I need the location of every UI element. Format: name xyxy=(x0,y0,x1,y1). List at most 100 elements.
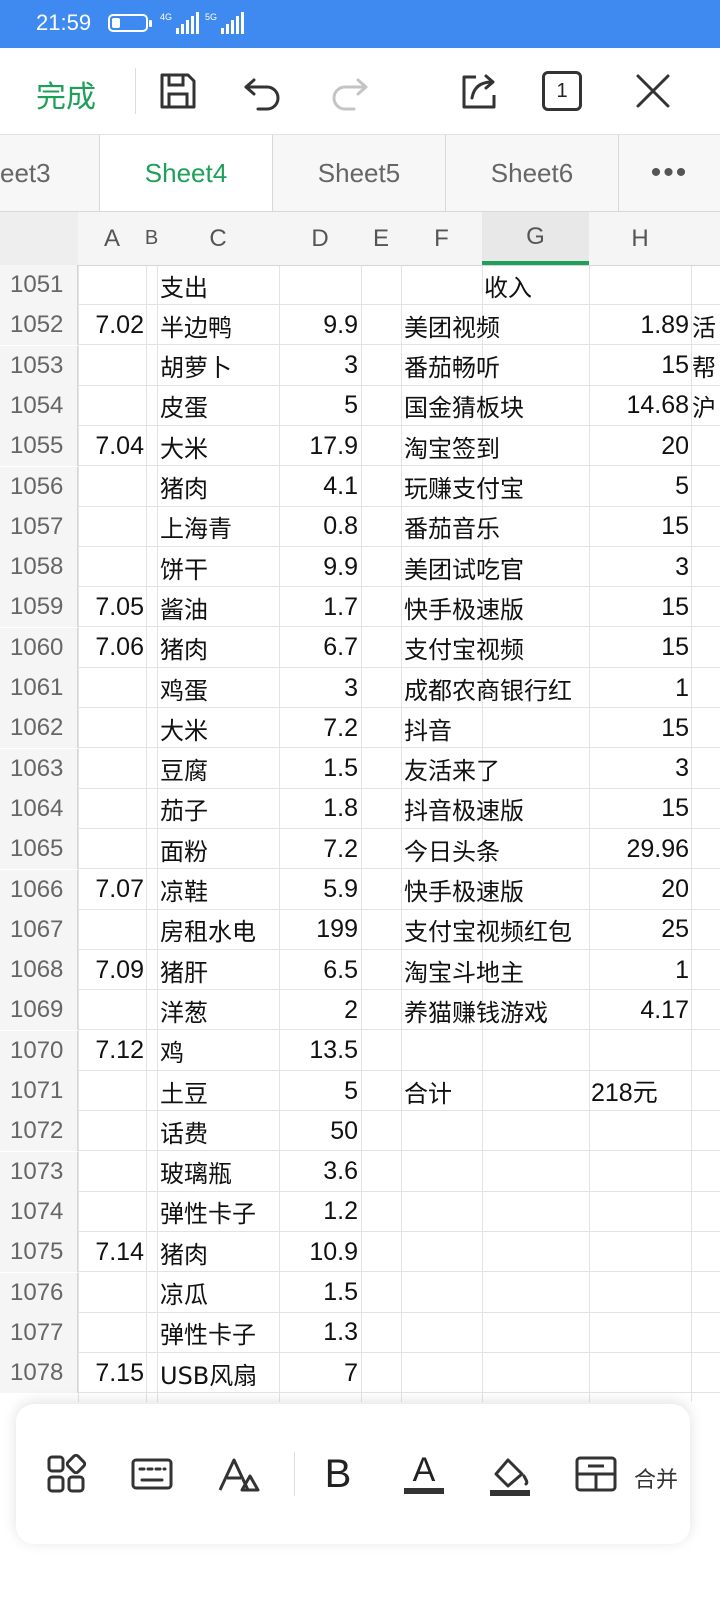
cell-expense-item[interactable]: 房租水电 xyxy=(160,910,278,950)
column-header-a[interactable]: A xyxy=(78,212,146,265)
table-row[interactable]: 1069 洋葱 2 养猫赚钱游戏 4.17 xyxy=(0,990,720,1031)
table-row[interactable]: 1062 大米 7.2 抖音 15 xyxy=(0,708,720,749)
cell-income-source[interactable]: 养猫赚钱游戏 xyxy=(404,990,592,1030)
cell-income-amount[interactable]: 3 xyxy=(591,547,691,587)
cell-date[interactable] xyxy=(82,1111,148,1151)
row-header[interactable]: 1061 xyxy=(0,668,78,708)
table-row[interactable]: 1078 7.15 USB风扇 7 xyxy=(0,1353,720,1394)
cell-income-amount[interactable]: 15 xyxy=(591,346,691,386)
share-icon[interactable] xyxy=(456,68,502,114)
cell-income-source[interactable]: 抖音 xyxy=(404,708,592,748)
cell-expense-amount[interactable] xyxy=(281,265,361,305)
cell-expense-item[interactable]: 大米 xyxy=(160,708,278,748)
row-header[interactable]: 1073 xyxy=(0,1151,78,1192)
cell-date[interactable] xyxy=(82,749,148,789)
cell-expense-amount[interactable]: 1.7 xyxy=(281,587,361,627)
cell-expense-item[interactable]: 豆腐 xyxy=(160,749,278,789)
cell-expense-amount[interactable]: 13.5 xyxy=(281,1031,361,1071)
cell-income-source[interactable] xyxy=(404,1232,592,1272)
cell-income-amount[interactable]: 15 xyxy=(591,789,691,829)
cell-expense-amount[interactable]: 50 xyxy=(281,1111,361,1151)
table-row[interactable]: 1063 豆腐 1.5 友活来了 3 xyxy=(0,748,720,789)
cell-expense-item[interactable]: 洋葱 xyxy=(160,990,278,1030)
cell-date[interactable]: 7.06 xyxy=(82,628,148,668)
table-row[interactable]: 1061 鸡蛋 3 成都农商银行红 1 xyxy=(0,668,720,708)
cell-date[interactable] xyxy=(82,547,148,587)
cell-expense-item[interactable]: 鸡 xyxy=(160,1031,278,1071)
cell-expense-item[interactable]: 猪肉 xyxy=(160,628,278,668)
more-tabs-icon[interactable]: ••• xyxy=(619,135,720,211)
cell-income-amount[interactable]: 15 xyxy=(591,587,691,627)
cell-expense-amount[interactable]: 1.5 xyxy=(281,1273,361,1313)
column-header-b[interactable]: B xyxy=(145,212,158,265)
cell-income-source[interactable]: 淘宝斗地主 xyxy=(404,950,592,990)
cell-expense-amount[interactable]: 199 xyxy=(281,910,361,950)
apps-grid-icon[interactable] xyxy=(44,1452,88,1496)
font-color-icon[interactable]: A xyxy=(402,1452,446,1496)
cell-date[interactable] xyxy=(82,668,148,708)
table-row[interactable]: 1059 7.05 酱油 1.7 快手极速版 15 xyxy=(0,587,720,628)
close-icon[interactable] xyxy=(630,68,676,114)
table-row[interactable]: 1074 弹性卡子 1.2 xyxy=(0,1191,720,1232)
table-row[interactable]: 1075 7.14 猪肉 10.9 xyxy=(0,1232,720,1273)
row-header[interactable]: 1075 xyxy=(0,1232,78,1273)
cell-income-source[interactable]: 支付宝视频 xyxy=(404,628,592,668)
cell-expense-amount[interactable]: 9.9 xyxy=(281,547,361,587)
cell-income-source[interactable] xyxy=(404,1353,592,1393)
cell-expense-item[interactable]: 胡萝卜 xyxy=(160,346,278,386)
cell-date[interactable] xyxy=(82,910,148,950)
tab-sheet5[interactable]: Sheet5 xyxy=(273,135,446,211)
cell-income-source[interactable]: 玩赚支付宝 xyxy=(404,467,592,507)
cell-income-amount[interactable] xyxy=(591,1111,691,1151)
row-header[interactable]: 1054 xyxy=(0,385,78,426)
table-row[interactable]: 1076 凉瓜 1.5 xyxy=(0,1272,720,1313)
cell-income-source[interactable]: 友活来了 xyxy=(404,749,592,789)
cell-expense-item[interactable]: 酱油 xyxy=(160,587,278,627)
cell-date[interactable] xyxy=(82,829,148,869)
cell-income-source[interactable]: 番茄音乐 xyxy=(404,507,592,547)
row-header[interactable]: 1057 xyxy=(0,506,78,547)
cell-income-amount[interactable]: 29.96 xyxy=(591,829,691,869)
row-header[interactable]: 1060 xyxy=(0,627,78,668)
cell-date[interactable] xyxy=(82,265,148,305)
table-row[interactable]: 1067 房租水电 199 支付宝视频红包 25 xyxy=(0,909,720,950)
cell-income-amount[interactable] xyxy=(591,1232,691,1272)
cell-expense-amount[interactable]: 1.2 xyxy=(281,1192,361,1232)
cell-expense-amount[interactable]: 5 xyxy=(281,1071,361,1111)
cell-income-source[interactable] xyxy=(404,1192,592,1232)
column-header-d[interactable]: D xyxy=(279,212,361,265)
cell-expense-item[interactable]: 鸡蛋 xyxy=(160,668,278,708)
window-count-icon[interactable]: 1 xyxy=(542,71,582,111)
cell-income-amount[interactable]: 20 xyxy=(591,870,691,910)
cell-income-amount[interactable] xyxy=(591,1192,691,1232)
cell-date[interactable] xyxy=(82,1273,148,1313)
row-header[interactable]: 1074 xyxy=(0,1191,78,1232)
cell-income-header[interactable]: 收入 xyxy=(484,265,588,305)
cell-expense-amount[interactable]: 3.6 xyxy=(281,1152,361,1192)
fill-color-icon[interactable] xyxy=(488,1452,532,1496)
cell-date[interactable] xyxy=(82,1192,148,1232)
cell-expense-amount[interactable]: 5.9 xyxy=(281,870,361,910)
row-header[interactable]: 1056 xyxy=(0,466,78,507)
keyboard-icon[interactable] xyxy=(130,1452,174,1496)
row-header[interactable]: 1068 xyxy=(0,950,78,991)
cell-expense-item[interactable]: 皮蛋 xyxy=(160,386,278,426)
cell-income-source[interactable] xyxy=(404,1111,592,1151)
cell-income-amount[interactable]: 14.68 xyxy=(591,386,691,426)
cell-income-source[interactable]: 淘宝签到 xyxy=(404,426,592,466)
table-row[interactable]: 1051 支出 收入 xyxy=(0,265,720,305)
cell-income-source[interactable]: 今日头条 xyxy=(404,829,592,869)
table-row[interactable]: 1058 饼干 9.9 美团试吃官 3 xyxy=(0,547,720,588)
cell-expense-item[interactable]: 面粉 xyxy=(160,829,278,869)
cell-income-amount[interactable] xyxy=(591,265,691,305)
cell-expense-item[interactable]: USB风扇 xyxy=(160,1353,278,1393)
cell-expense-item[interactable]: 茄子 xyxy=(160,789,278,829)
cell-expense-amount[interactable]: 9.9 xyxy=(281,305,361,345)
cell-expense-item[interactable]: 凉瓜 xyxy=(160,1273,278,1313)
tab-sheet3[interactable]: eet3 xyxy=(0,135,100,211)
row-header[interactable]: 1063 xyxy=(0,748,78,789)
select-all-corner[interactable] xyxy=(0,212,78,265)
cell-income-amount[interactable]: 1.89 xyxy=(591,305,691,345)
cell-income-source[interactable]: 美团试吃官 xyxy=(404,547,592,587)
cell-date[interactable]: 7.14 xyxy=(82,1232,148,1272)
